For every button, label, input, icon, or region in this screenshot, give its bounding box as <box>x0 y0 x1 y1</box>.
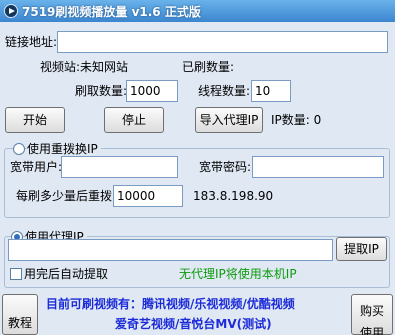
redial-radio[interactable] <box>13 143 25 155</box>
fetch-ip-button[interactable]: 提取IP <box>336 237 387 261</box>
proxy-notice: 无代理IP将使用本机IP <box>179 267 297 281</box>
buy-button-line2: 使用 <box>359 326 384 335</box>
link-input[interactable] <box>57 31 388 53</box>
broadband-user-input[interactable] <box>61 156 178 178</box>
supported-sites-line1: 目前可刷视频有：腾讯视频/乐视视频/优酷视频 <box>46 297 295 311</box>
supported-sites-line2: 爱奇艺视频/音悦台MV(测试) <box>115 317 272 331</box>
redial-interval-label: 每刷多少量后重拨: <box>16 189 117 203</box>
current-ip-label: 183.8.198.90 <box>193 189 274 203</box>
auto-fetch-checkbox[interactable] <box>10 268 22 280</box>
broadband-password-label: 宽带密码: <box>199 160 252 174</box>
stop-button[interactable]: 停止 <box>104 107 164 133</box>
tutorial-button[interactable]: 教程 <box>2 294 38 335</box>
redial-interval-input[interactable]: 10000 <box>113 185 183 207</box>
window-title: 7519刷视频播放量 v1.6 正式版 <box>22 5 201 19</box>
thread-count-input[interactable]: 10 <box>251 80 291 102</box>
title-bar: 7519刷视频播放量 v1.6 正式版 <box>0 0 395 22</box>
broadband-user-label: 宽带用户: <box>10 160 63 174</box>
play-circle-icon <box>4 4 18 18</box>
start-button[interactable]: 开始 <box>5 107 65 133</box>
auto-fetch-label: 用完后自动提取 <box>24 267 109 281</box>
brush-count-input[interactable]: 1000 <box>126 80 178 102</box>
brush-count-label: 刷取数量: <box>75 84 128 98</box>
buy-button-line1: 购买 <box>359 304 384 318</box>
import-proxy-button[interactable]: 导入代理IP <box>195 107 263 133</box>
redial-option-label: 使用重拨换IP <box>27 141 101 157</box>
proxy-api-input[interactable] <box>8 239 333 261</box>
ip-count-label: IP数量: 0 <box>271 113 322 127</box>
buy-button[interactable]: 购买 使用 <box>351 294 393 335</box>
site-label: 视频站:未知网站 <box>40 60 129 74</box>
thread-count-label: 线程数量: <box>198 84 251 98</box>
link-label: 链接地址: <box>5 35 58 49</box>
broadband-password-input[interactable] <box>252 156 384 178</box>
brushed-count-label: 已刷数量: <box>182 60 235 74</box>
